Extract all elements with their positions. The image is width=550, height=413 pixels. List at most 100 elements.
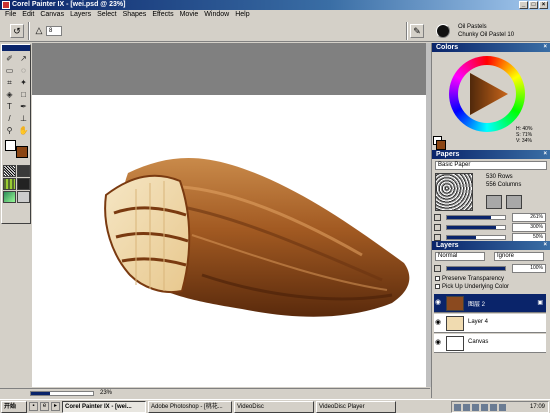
paper-scale-value[interactable]: 261% — [512, 213, 546, 222]
color-chips — [3, 140, 29, 162]
paper-contrast-value[interactable]: 300% — [512, 223, 546, 232]
task-painter[interactable]: Corel Painter IX - [wei... — [62, 400, 146, 413]
close-icon[interactable]: × — [543, 43, 547, 52]
dropper-icon[interactable]: ↗ — [17, 53, 30, 64]
minimize-button[interactable]: _ — [519, 1, 528, 9]
saturation-value-area — [458, 65, 516, 123]
tray-network-icon[interactable] — [454, 404, 461, 411]
invert-paper-button[interactable] — [506, 195, 522, 209]
close-icon[interactable]: × — [543, 150, 547, 159]
paper-select[interactable]: Basic Paper — [435, 161, 547, 170]
zoom-value[interactable]: 23% — [100, 389, 112, 398]
layers-palette-header[interactable]: Layers × — [432, 241, 550, 250]
main-color-swatch[interactable] — [436, 140, 446, 150]
layer-row[interactable]: ◉ Layer 4 — [434, 314, 546, 333]
tray-app-icon[interactable] — [490, 404, 497, 411]
maximize-button[interactable]: □ — [529, 1, 538, 9]
additional-color-chip[interactable] — [16, 146, 28, 158]
task-videodisc[interactable]: VideoDisc — [234, 400, 314, 413]
brush-selector[interactable]: Oil Pastels Chunky Oil Pastel 10 — [434, 21, 550, 41]
menu-edit[interactable]: Edit — [19, 10, 37, 20]
brush-icon[interactable]: ✐ — [3, 53, 16, 64]
rect-select-icon[interactable]: ▭ — [3, 65, 16, 76]
layer-row[interactable]: ◉ 图层 2 ▣ — [434, 294, 546, 313]
make-paper-button[interactable] — [486, 195, 502, 209]
menu-layers[interactable]: Layers — [67, 10, 94, 20]
smudge-icon[interactable]: / — [3, 113, 16, 124]
menu-shapes[interactable]: Shapes — [120, 10, 150, 20]
preserve-transparency-checkbox[interactable]: Preserve Transparency — [435, 276, 504, 283]
pick-up-color-checkbox[interactable]: Pick Up Underlying Color — [435, 284, 509, 291]
triangle-icon[interactable]: △ — [32, 24, 46, 38]
nozzle-selector-icon[interactable] — [3, 191, 16, 203]
eye-icon[interactable]: ◉ — [435, 319, 443, 327]
pen-icon[interactable]: ✒ — [17, 101, 30, 112]
property-field[interactable]: 8 — [46, 26, 62, 36]
brush-category-icon[interactable]: ✎ — [410, 24, 424, 38]
tray-app-icon[interactable] — [499, 404, 506, 411]
magnifier-icon[interactable]: ⚲ — [3, 125, 16, 136]
start-button[interactable]: 开始 — [1, 400, 27, 413]
eye-icon[interactable]: ◉ — [435, 339, 443, 347]
pattern-selector-icon[interactable] — [3, 178, 16, 190]
weaving-selector-icon[interactable] — [17, 178, 30, 190]
tray-app-icon[interactable] — [481, 404, 488, 411]
menu-window[interactable]: Window — [201, 10, 232, 20]
look-selector-icon[interactable] — [17, 191, 30, 203]
slider-fill — [447, 267, 505, 270]
composite-method-select[interactable]: Normal — [435, 252, 485, 261]
crop-icon[interactable]: ⌗ — [3, 77, 16, 88]
eye-icon[interactable]: ◉ — [435, 299, 443, 307]
paper-contrast-slider[interactable] — [446, 225, 506, 230]
opacity-value[interactable]: 100% — [512, 264, 546, 273]
separator — [406, 22, 408, 40]
close-icon[interactable]: × — [543, 241, 547, 250]
quicklaunch-desktop-icon[interactable]: ▪ — [29, 402, 38, 411]
gradient-selector-icon[interactable] — [17, 165, 30, 177]
brush-category[interactable]: Oil Pastels — [434, 23, 550, 31]
brush-variant[interactable]: Chunky Oil Pastel 10 — [434, 31, 550, 39]
composite-depth-select[interactable]: Ignore — [494, 252, 544, 261]
paper-columns: 556 Columns — [486, 182, 522, 188]
menu-help[interactable]: Help — [232, 10, 252, 20]
close-button[interactable]: × — [539, 1, 548, 9]
magic-wand-icon[interactable]: ✦ — [17, 77, 30, 88]
menu-select[interactable]: Select — [94, 10, 119, 20]
task-photoshop[interactable]: Adobe Photoshop - [桃花... — [148, 400, 232, 413]
menu-effects[interactable]: Effects — [149, 10, 176, 20]
main-color-chip[interactable] — [5, 140, 16, 151]
checkbox-box[interactable] — [435, 284, 440, 289]
paint-bucket-icon[interactable]: ◈ — [3, 89, 16, 100]
opacity-slider[interactable] — [446, 266, 506, 271]
paper-scale-slider[interactable] — [446, 215, 506, 220]
checkbox-box[interactable] — [435, 276, 440, 281]
palettes-panel: Colors × H: 40% S: 71% V: 34% Papers × B… — [431, 43, 550, 398]
zoom-slider-fill — [31, 392, 50, 395]
shape-icon[interactable]: □ — [17, 89, 30, 100]
paper-selector-icon[interactable] — [3, 165, 16, 177]
quicklaunch-ie-icon[interactable]: e — [40, 402, 49, 411]
quicklaunch-media-icon[interactable]: ▸ — [51, 402, 60, 411]
hue-ring[interactable] — [449, 56, 525, 132]
tray-ime-icon[interactable] — [472, 404, 479, 411]
opacity-row: 100% — [434, 264, 546, 273]
rubber-stamp-icon[interactable]: ⊥ — [17, 113, 30, 124]
tray-volume-icon[interactable] — [463, 404, 470, 411]
zoom-slider[interactable] — [30, 391, 94, 396]
menu-file[interactable]: File — [2, 10, 19, 20]
menu-canvas[interactable]: Canvas — [37, 10, 67, 20]
colors-palette-header[interactable]: Colors × — [432, 43, 550, 52]
saturation-value-triangle[interactable] — [458, 65, 516, 123]
reset-tool-icon[interactable]: ↺ — [10, 24, 24, 38]
layer-row[interactable]: ◉ Canvas — [434, 334, 546, 353]
menu-movie[interactable]: Movie — [177, 10, 202, 20]
task-videodisc-player[interactable]: VideoDisc Player — [316, 400, 396, 413]
paper-brightness-slider[interactable] — [446, 235, 506, 240]
text-icon[interactable]: T — [3, 101, 16, 112]
papers-palette-header[interactable]: Papers × — [432, 150, 550, 159]
window-title: Corel Painter IX - [wei.psd @ 23%] — [12, 1, 126, 8]
lasso-icon[interactable]: ◌ — [17, 65, 30, 76]
document-canvas[interactable] — [32, 95, 430, 387]
grabber-icon[interactable]: ✋ — [17, 125, 30, 136]
lock-icon[interactable]: ▣ — [537, 299, 543, 306]
